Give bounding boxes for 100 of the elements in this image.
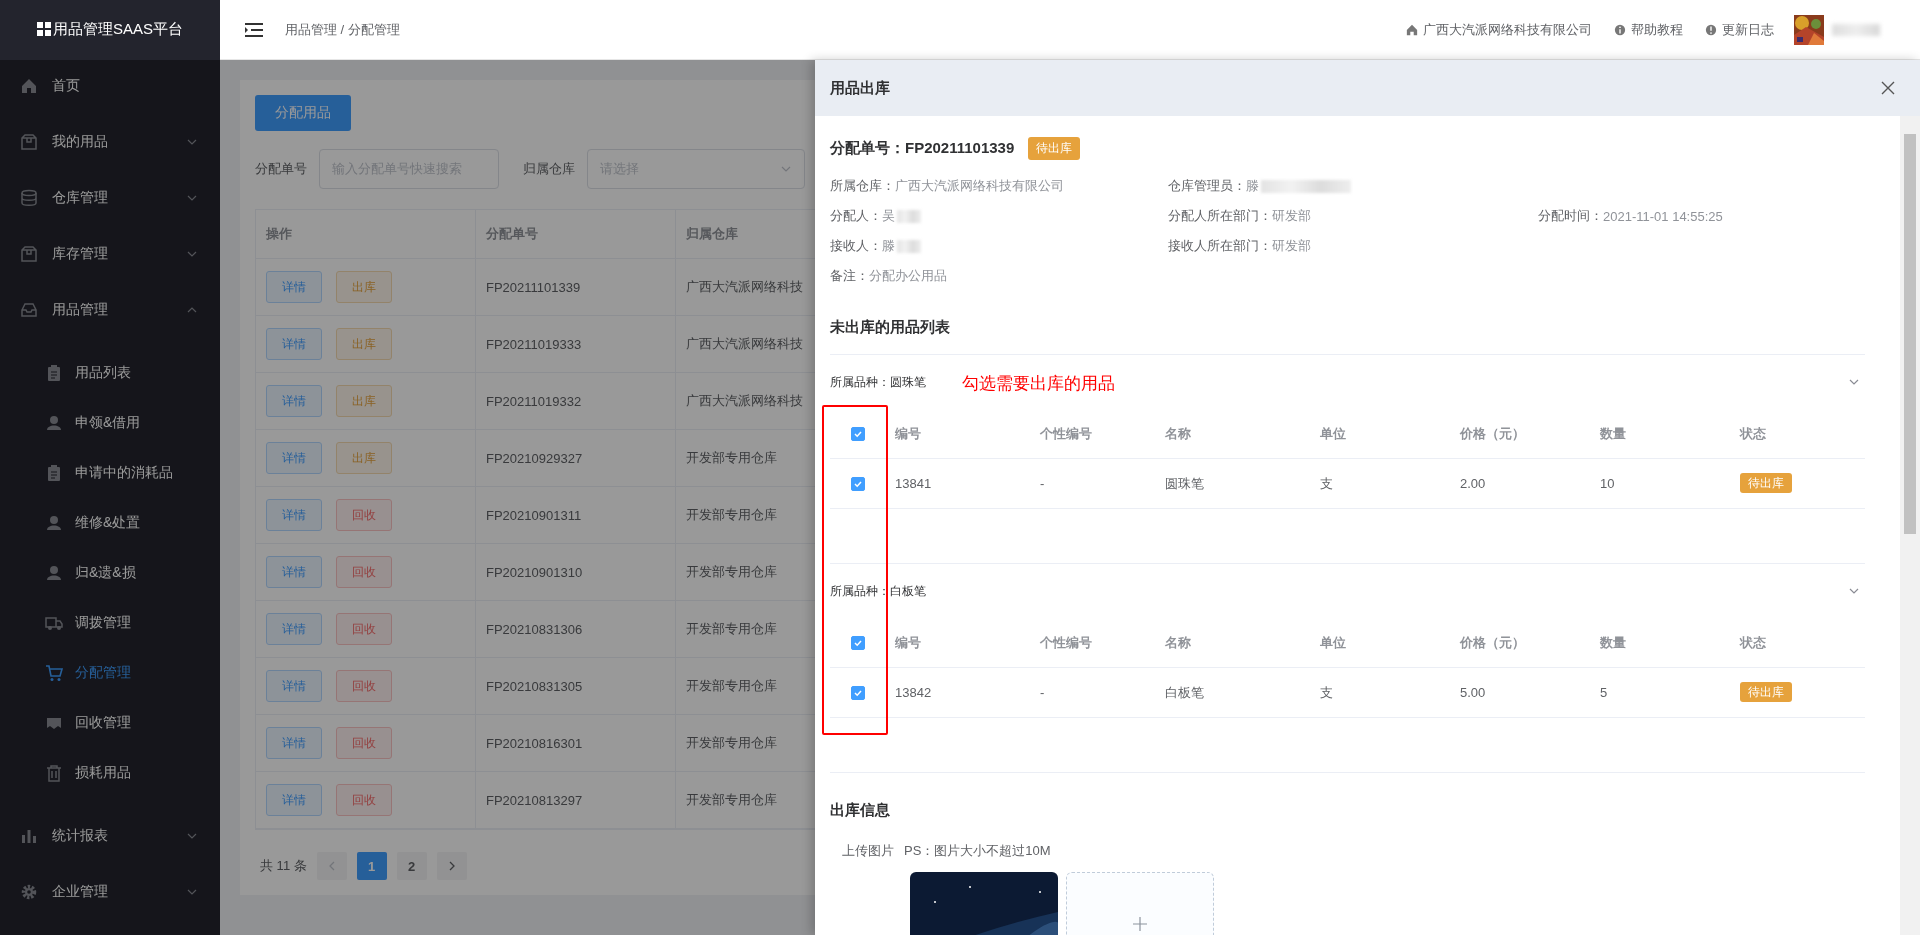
outbound-button[interactable]: 出库 <box>336 328 392 360</box>
breadcrumb: 用品管理 / 分配管理 <box>285 20 401 39</box>
column-header: 状态 <box>1740 634 1766 650</box>
field-label: 分配人所在部门： <box>1168 207 1272 225</box>
recycle-button[interactable]: 回收 <box>336 784 392 816</box>
detail-button[interactable]: 详情 <box>266 385 322 417</box>
menu-item[interactable]: 库存管理 <box>0 226 220 282</box>
header-link[interactable]: 更新日志 <box>1722 20 1774 39</box>
detail-button[interactable]: 详情 <box>266 784 322 816</box>
recycle-button[interactable]: 回收 <box>336 556 392 588</box>
outbound-button[interactable]: 出库 <box>336 271 392 303</box>
detail-button[interactable]: 详情 <box>266 556 322 588</box>
table-cell: 13842 <box>895 685 932 700</box>
page-button[interactable]: 1 <box>356 852 387 880</box>
menu-item[interactable]: 首页 <box>0 58 220 114</box>
column-header: 状态 <box>1740 425 1766 441</box>
submenu-item[interactable]: 回收管理 <box>0 698 220 748</box>
menu-item[interactable]: 企业管理 <box>0 864 220 920</box>
menu-item[interactable]: 用品管理 <box>0 282 220 338</box>
table-cell: FP20210831305 <box>476 658 676 714</box>
outbound-button[interactable]: 出库 <box>336 385 392 417</box>
menu-item[interactable]: 仓库管理 <box>0 170 220 226</box>
field-value: 滕 <box>1246 177 1259 195</box>
field-value: 滕 <box>882 237 895 255</box>
annotation-text: 勾选需要出库的用品 <box>962 373 1115 395</box>
order-number: 分配单号：FP20211101339 <box>830 138 1015 158</box>
add-button[interactable]: 分配用品 <box>255 95 351 131</box>
header-link[interactable]: 帮助教程 <box>1631 20 1683 39</box>
detail-button[interactable]: 详情 <box>266 670 322 702</box>
menu-item[interactable]: 统计报表 <box>0 808 220 864</box>
column-header: 单位 <box>1320 634 1346 650</box>
submenu-item[interactable]: 归&遗&损 <box>0 548 220 598</box>
recycle-button[interactable]: 回收 <box>336 670 392 702</box>
table-cell: FP20211019333 <box>476 316 676 372</box>
recycle-button[interactable]: 回收 <box>336 727 392 759</box>
submenu-item[interactable]: 用品列表 <box>0 348 220 398</box>
table-cell: 5.00 <box>1460 685 1486 700</box>
field-label: 备注： <box>830 267 869 285</box>
drawer-title: 用品出库 <box>830 78 890 98</box>
field-value: 吴 <box>882 207 895 225</box>
column-header: 价格（元） <box>1460 425 1525 441</box>
submenu-item[interactable]: 调拨管理 <box>0 598 220 648</box>
field-label: 仓库管理员： <box>1168 177 1246 195</box>
table-cell: FP20210831306 <box>476 601 676 657</box>
recycle-button[interactable]: 回收 <box>336 499 392 531</box>
detail-button[interactable]: 详情 <box>266 271 322 303</box>
total-count: 共 11 条 <box>260 857 307 875</box>
detail-button[interactable]: 详情 <box>266 613 322 645</box>
category-label[interactable]: 所属品种：圆珠笔 <box>830 373 926 391</box>
table-cell: 10 <box>1600 476 1615 491</box>
submenu-item[interactable]: 申领&借用 <box>0 398 220 448</box>
field-label: 接收人所在部门： <box>1168 237 1272 255</box>
table-cell: 支 <box>1320 684 1333 700</box>
table-cell: FP20210813297 <box>476 772 676 828</box>
table-cell: - <box>1040 685 1045 700</box>
column-header: 编号 <box>895 634 921 650</box>
table-cell: FP20210816301 <box>476 715 676 771</box>
column-header: 操作 <box>256 210 476 258</box>
detail-button[interactable]: 详情 <box>266 499 322 531</box>
table-cell: 白板笔 <box>1165 684 1204 700</box>
table-cell: FP20210929327 <box>476 430 676 486</box>
column-header: 分配单号 <box>476 210 676 258</box>
recycle-button[interactable]: 回收 <box>336 613 392 645</box>
header-link[interactable]: 广西大汽派网络科技有限公司 <box>1423 20 1592 39</box>
table-cell: FP20211101339 <box>476 259 676 315</box>
detail-button[interactable]: 详情 <box>266 328 322 360</box>
column-header: 名称 <box>1165 634 1191 650</box>
detail-button[interactable]: 详情 <box>266 727 322 759</box>
submenu-item[interactable]: 损耗用品 <box>0 748 220 798</box>
column-header: 数量 <box>1600 634 1626 650</box>
column-header: 价格（元） <box>1460 634 1525 650</box>
table-cell: 2.00 <box>1460 476 1486 491</box>
upload-hint: PS：图片大小不超过10M <box>904 842 1051 860</box>
filter-label: 分配单号 <box>255 160 307 178</box>
table-cell: FP20210901310 <box>476 544 676 600</box>
outbound-button[interactable]: 出库 <box>336 442 392 474</box>
status-badge: 待出库 <box>1028 136 1081 160</box>
page-button[interactable]: 2 <box>396 852 427 880</box>
table-cell: FP20211019332 <box>476 373 676 429</box>
submenu-item[interactable]: 维修&处置 <box>0 498 220 548</box>
section-title: 出库信息 <box>830 801 891 820</box>
field-value: 研发部 <box>1272 237 1311 255</box>
field-label: 接收人： <box>830 237 882 255</box>
menu-item[interactable]: 我的用品 <box>0 114 220 170</box>
section-title: 未出库的用品列表 <box>830 301 1865 355</box>
detail-button[interactable]: 详情 <box>266 442 322 474</box>
submenu-item[interactable]: 申请中的消耗品 <box>0 448 220 498</box>
category-label[interactable]: 所属品种：白板笔 <box>830 582 926 600</box>
status-badge: 待出库 <box>1740 682 1792 702</box>
field-label: 所属仓库： <box>830 177 895 195</box>
upload-label: 上传图片 <box>842 842 894 860</box>
submenu-item[interactable]: 分配管理 <box>0 648 220 698</box>
field-value: 分配办公用品 <box>869 267 947 285</box>
field-label: 分配人： <box>830 207 882 225</box>
column-header: 数量 <box>1600 425 1626 441</box>
table-cell: 5 <box>1600 685 1608 700</box>
table-cell: FP20210901311 <box>476 487 676 543</box>
app-title: 用品管理SAAS平台 <box>53 19 183 39</box>
field-value: 2021-11-01 14:55:25 <box>1603 208 1723 224</box>
column-header: 个性编号 <box>1040 634 1092 650</box>
